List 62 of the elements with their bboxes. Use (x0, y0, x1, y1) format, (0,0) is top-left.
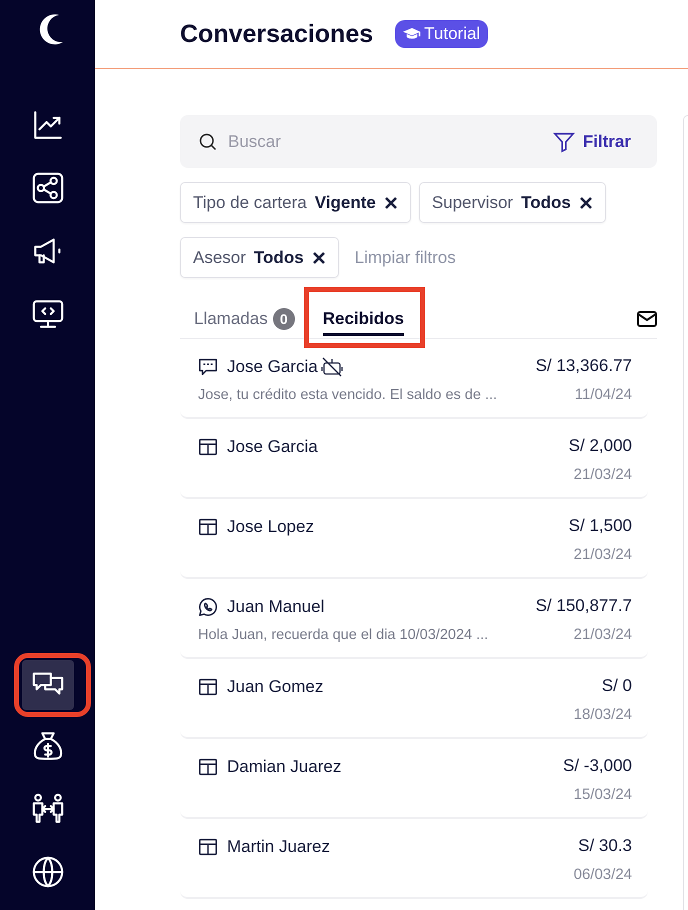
conversation-item[interactable]: Martin Juarez S/ 30.3 06/03/24 (180, 819, 648, 899)
message-preview: Hola Juan, recuerda que el dia 10/03/2024 ... (197, 627, 490, 643)
amount: S/ 1,500 (568, 516, 632, 537)
contact-name: Jose Garcia (227, 357, 318, 377)
people-icon (30, 792, 64, 826)
tutorial-button[interactable]: Tutorial (395, 20, 488, 48)
amount: S/ 13,366.77 (536, 356, 632, 377)
page-title: Conversaciones (180, 20, 374, 48)
date: 18/03/24 (574, 706, 632, 723)
date: 15/03/24 (572, 786, 632, 803)
message-preview: Jose, tu crédito esta vencido. El saldo es de ... (197, 387, 498, 403)
contact-name: Juan Manuel (227, 597, 324, 617)
conversation-item[interactable]: Juan Manuel S/ 150,877.7 Hola Juan, recuerda que el dia 10/03/2024 ... 21/03/24 (180, 579, 648, 659)
graduation-cap-icon (403, 27, 422, 41)
filter-label: Asesor (193, 248, 246, 268)
contact-name: Juan Gomez (227, 677, 324, 697)
contact-name: Jose Garcia (227, 437, 318, 457)
count-badge: 0 (272, 308, 295, 330)
amount: S/ 150,877.7 (536, 596, 632, 617)
filter-value: Todos (521, 192, 571, 212)
tab[interactable]: Recibidos (308, 300, 418, 338)
date: 06/03/24 (574, 866, 632, 883)
close-icon[interactable] (578, 196, 593, 210)
table-icon (197, 756, 219, 778)
contact-name: Jose Lopez (227, 517, 314, 537)
conversation-item[interactable]: Jose Garcia S/ 2,000 21/03/24 (180, 419, 648, 499)
table-icon (197, 836, 219, 858)
amount: S/ 2,000 (568, 436, 632, 457)
date: 21/03/24 (572, 546, 632, 563)
table-icon (197, 436, 219, 458)
search-field[interactable]: Buscar Filtrar (180, 115, 657, 168)
filter-value: Todos (254, 248, 304, 268)
table-icon (197, 516, 219, 538)
conversation-item[interactable]: Damian Juarez S/ -3,000 15/03/24 (180, 739, 648, 819)
tab[interactable]: Llamadas 0 (180, 300, 309, 338)
date: 11/04/24 (574, 386, 632, 403)
date: 21/03/24 (572, 466, 632, 483)
amount: S/ 0 (600, 676, 632, 697)
date: 21/03/24 (572, 626, 632, 643)
search-icon (198, 132, 218, 152)
phone-bubble-icon (197, 596, 219, 618)
conversation-item[interactable]: Jose Garcia S/ 13,366.77 Jose, tu crédito esta vencido. El saldo es de ... 11/04/24 (180, 339, 648, 419)
table-icon (197, 676, 219, 698)
mail-icon[interactable] (637, 311, 657, 327)
amount: S/ 30.3 (577, 836, 632, 857)
message-icon (197, 356, 219, 378)
close-icon[interactable] (384, 196, 398, 210)
filter-label: Supervisor (432, 192, 514, 212)
monitor-icon (30, 297, 64, 331)
share-icon (30, 171, 64, 205)
conversation-item[interactable]: Juan Gomez S/ 0 18/03/24 (180, 659, 648, 739)
conversation-item[interactable]: Jose Lopez S/ 1,500 21/03/24 (180, 499, 648, 579)
amount: S/ -3,000 (563, 756, 632, 777)
filter-label: Tipo de cartera (193, 192, 307, 212)
filter-button[interactable]: Filtrar (552, 130, 631, 152)
filter-value: Vigente (314, 192, 376, 212)
contact-name: Martin Juarez (227, 837, 330, 857)
sidebar-item[interactable] (22, 660, 74, 710)
close-icon[interactable] (312, 250, 326, 264)
globe-icon (30, 855, 64, 889)
contact-name: Damian Juarez (227, 757, 342, 777)
filter-icon (552, 130, 575, 152)
